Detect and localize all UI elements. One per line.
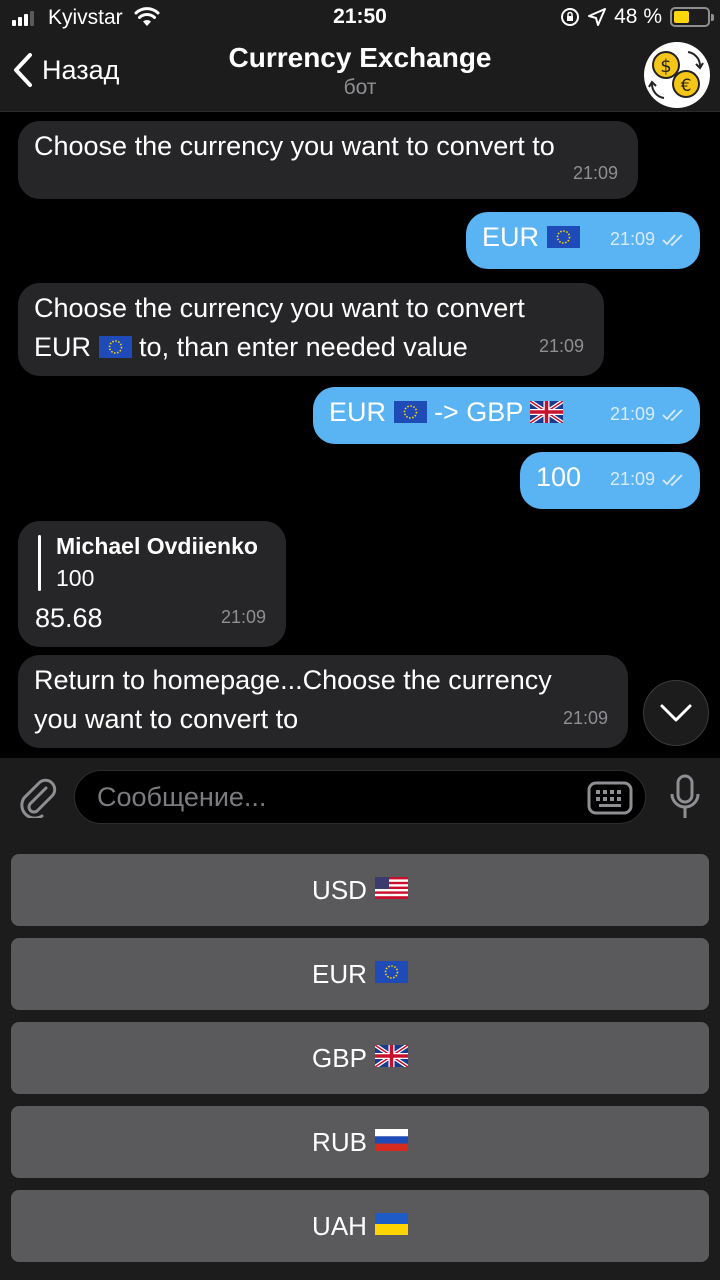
keyboard-button-rub[interactable]: RUB	[11, 1106, 709, 1178]
message-time: 21:09	[220, 607, 266, 627]
eu-flag-icon	[98, 335, 132, 358]
message-text: EUR	[482, 222, 540, 252]
eu-flag-icon	[374, 961, 408, 983]
message-text: 100	[536, 462, 582, 492]
uk-flag-icon	[530, 400, 564, 423]
reply-quote-text: 100	[56, 565, 95, 591]
message-input[interactable]	[97, 779, 577, 815]
bot-keyboard-icon[interactable]	[587, 780, 633, 816]
us-flag-icon	[374, 877, 408, 899]
reply-author: Michael Ovdiienko	[56, 533, 258, 559]
button-label: GBP	[312, 1042, 367, 1073]
message-text: EUR	[329, 397, 387, 427]
currency-exchange-icon: $ €	[648, 51, 704, 99]
ukraine-flag-icon	[374, 1213, 408, 1235]
keyboard-button-gbp[interactable]: GBP	[11, 1022, 709, 1094]
chat-header: Назад Currency Exchange бот $ €	[0, 36, 720, 112]
orientation-lock-icon	[561, 8, 580, 26]
bot-avatar[interactable]: $ €	[644, 42, 710, 108]
russia-flag-icon	[374, 1129, 408, 1151]
message-input-bar	[0, 758, 720, 836]
message-outgoing[interactable]: EUR -> GBP 21:09	[313, 387, 700, 444]
message-text-line1: Return to homepage...Choose the currency	[34, 665, 552, 695]
back-button[interactable]: Назад	[12, 52, 119, 88]
chat-title-area[interactable]: Currency Exchange бот	[180, 42, 540, 100]
location-icon	[588, 8, 607, 26]
message-field[interactable]	[74, 770, 646, 824]
double-check-icon	[662, 234, 683, 247]
button-label: RUB	[312, 1126, 367, 1157]
message-time: 21:09	[610, 220, 686, 259]
message-time: 21:09	[610, 460, 686, 499]
scroll-down-button[interactable]	[643, 680, 709, 746]
reply-quote-bar	[38, 535, 41, 591]
message-time: 21:09	[562, 708, 608, 728]
svg-text:€: €	[681, 76, 692, 96]
microphone-icon[interactable]	[668, 774, 702, 820]
bot-reply-keyboard: USD EUR GBP RUB UAH	[0, 836, 720, 1280]
battery-percent: 48 %	[614, 5, 662, 28]
message-text-line1: Choose the currency you want to convert	[34, 293, 525, 323]
message-text: Choose the currency you want to convert …	[34, 131, 555, 161]
chevron-down-icon	[660, 704, 692, 722]
page-title: Currency Exchange	[228, 42, 492, 73]
back-label: Назад	[42, 54, 120, 85]
message-text: -> GBP	[434, 397, 523, 427]
message-text-line2: you want to convert to	[34, 704, 299, 734]
svg-text:$: $	[660, 56, 671, 77]
message-incoming[interactable]: Return to homepage...Choose the currency…	[18, 655, 628, 748]
message-outgoing[interactable]: 100 21:09	[520, 452, 700, 509]
message-text: 85.68	[35, 603, 103, 633]
keyboard-button-usd[interactable]: USD	[11, 854, 709, 926]
chevron-left-icon	[14, 53, 32, 87]
button-label: USD	[312, 874, 367, 905]
message-time: 21:09	[610, 395, 686, 434]
message-time: 21:09	[538, 336, 584, 356]
eu-flag-icon	[546, 225, 580, 248]
status-bar: Kyivstar 21:50 48 %	[0, 0, 720, 36]
message-incoming[interactable]: Choose the currency you want to convert …	[18, 283, 604, 376]
message-text-line2: EUR to, than enter needed value	[34, 332, 468, 362]
double-check-icon	[662, 474, 683, 487]
chat-subtitle: бот	[343, 76, 377, 99]
button-label: EUR	[312, 958, 367, 989]
uk-flag-icon	[374, 1045, 408, 1067]
button-label: UAH	[312, 1210, 367, 1241]
message-incoming-reply[interactable]: Michael Ovdiienko 100 85.68 21:09	[18, 521, 286, 647]
keyboard-button-eur[interactable]: EUR	[11, 938, 709, 1010]
battery-icon	[670, 7, 714, 27]
keyboard-button-uah[interactable]: UAH	[11, 1190, 709, 1262]
message-incoming[interactable]: Choose the currency you want to convert …	[18, 121, 638, 199]
message-outgoing[interactable]: EUR 21:09	[466, 212, 700, 269]
message-time: 21:09	[572, 163, 618, 183]
paperclip-icon[interactable]	[16, 774, 58, 818]
eu-flag-icon	[393, 400, 427, 423]
double-check-icon	[662, 409, 683, 422]
